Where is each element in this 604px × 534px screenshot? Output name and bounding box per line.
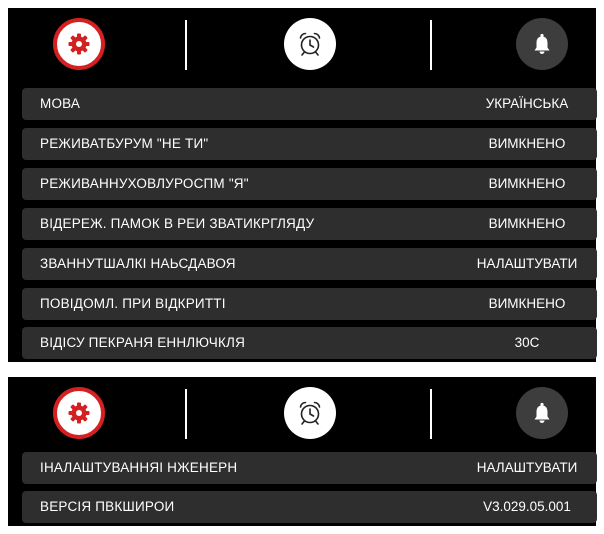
setting-label: МОВА: [40, 96, 81, 111]
setting-label: ВІДЕРЕЖ. ПАМОК В РЕИ ЗВАТИКРГЛЯДУ: [40, 216, 315, 231]
alarm-clock-icon: [299, 32, 321, 56]
setting-row-mode-ya[interactable]: РЕЖИВАННУХОВЛУРОСПМ "Я" ВИМКНЕНО: [22, 168, 597, 200]
setting-label: ВІДІСУ ПЕКРАНЯ ЕННЛЮЧКЛЯ: [40, 335, 246, 350]
setting-value[interactable]: ВИМКНЕНО: [467, 128, 587, 160]
setting-label: ЗВАННУТШАЛКІ НАЬСДАВОЯ: [40, 256, 236, 271]
setting-label: ВЕРСІЯ ПВКШИРОИ: [40, 499, 175, 514]
tab-divider: [185, 389, 187, 439]
tab-bar: [8, 377, 596, 449]
tab-settings[interactable]: [53, 18, 105, 70]
setting-row-language[interactable]: МОВА УКРАЇНСЬКА: [22, 88, 597, 120]
tab-bar: [8, 8, 596, 80]
tab-alarm[interactable]: [284, 18, 336, 70]
setting-row-open-notification[interactable]: ПОВІДОМЛ. ПРИ ВІДКРИТТІ ВИМКНЕНО: [22, 288, 597, 320]
tab-alarm[interactable]: [284, 387, 336, 439]
setting-row-screen-timeout[interactable]: ВІДІСУ ПЕКРАНЯ ЕННЛЮЧКЛЯ 30С: [22, 327, 597, 359]
alarm-clock-icon: [299, 401, 321, 425]
setting-row-video-record[interactable]: ВІДЕРЕЖ. ПАМОК В РЕИ ЗВАТИКРГЛЯДУ ВИМКНЕ…: [22, 208, 597, 240]
setting-row-engineer-settings[interactable]: ІНАЛАШТУВАННЯІ НЖЕНЕРН НАЛАШТУВАТИ: [22, 452, 597, 484]
setting-label: РЕЖИВАННУХОВЛУРОСПМ "Я": [40, 176, 249, 191]
tab-divider: [430, 20, 432, 70]
bell-icon: [534, 402, 550, 423]
settings-panel-page-1: МОВА УКРАЇНСЬКА РЕЖИВАТБУРУМ "НЕ ТИ" ВИМ…: [8, 8, 597, 362]
settings-panel-page-2: ІНАЛАШТУВАННЯІ НЖЕНЕРН НАЛАШТУВАТИ ВЕРСІ…: [8, 377, 597, 526]
tab-notifications[interactable]: [516, 387, 568, 439]
setting-value[interactable]: УКРАЇНСЬКА: [467, 88, 587, 120]
tab-divider: [185, 20, 187, 70]
setting-value[interactable]: НАЛАШТУВАТИ: [467, 452, 587, 484]
tab-divider: [430, 389, 432, 439]
setting-label: ІНАЛАШТУВАННЯІ НЖЕНЕРН: [40, 460, 238, 475]
gear-icon: [68, 33, 90, 55]
setting-value[interactable]: ВИМКНЕНО: [467, 288, 587, 320]
setting-row-firmware-version: ВЕРСІЯ ПВКШИРОИ V3.029.05.001: [22, 491, 597, 523]
setting-value: V3.029.05.001: [483, 499, 571, 514]
tab-notifications[interactable]: [516, 18, 568, 70]
setting-label: РЕЖИВАТБУРУМ "НЕ ТИ": [40, 136, 209, 151]
setting-value[interactable]: НАЛАШТУВАТИ: [467, 248, 587, 280]
tab-settings[interactable]: [53, 387, 105, 439]
setting-row-ringtone[interactable]: ЗВАННУТШАЛКІ НАЬСДАВОЯ НАЛАШТУВАТИ: [22, 248, 597, 280]
setting-value[interactable]: ВИМКНЕНО: [467, 208, 587, 240]
setting-row-do-not-disturb[interactable]: РЕЖИВАТБУРУМ "НЕ ТИ" ВИМКНЕНО: [22, 128, 597, 160]
gear-icon: [68, 402, 90, 424]
setting-label: ПОВІДОМЛ. ПРИ ВІДКРИТТІ: [40, 296, 226, 311]
bell-icon: [534, 33, 550, 54]
setting-value[interactable]: ВИМКНЕНО: [467, 168, 587, 200]
setting-value[interactable]: 30С: [467, 327, 587, 359]
